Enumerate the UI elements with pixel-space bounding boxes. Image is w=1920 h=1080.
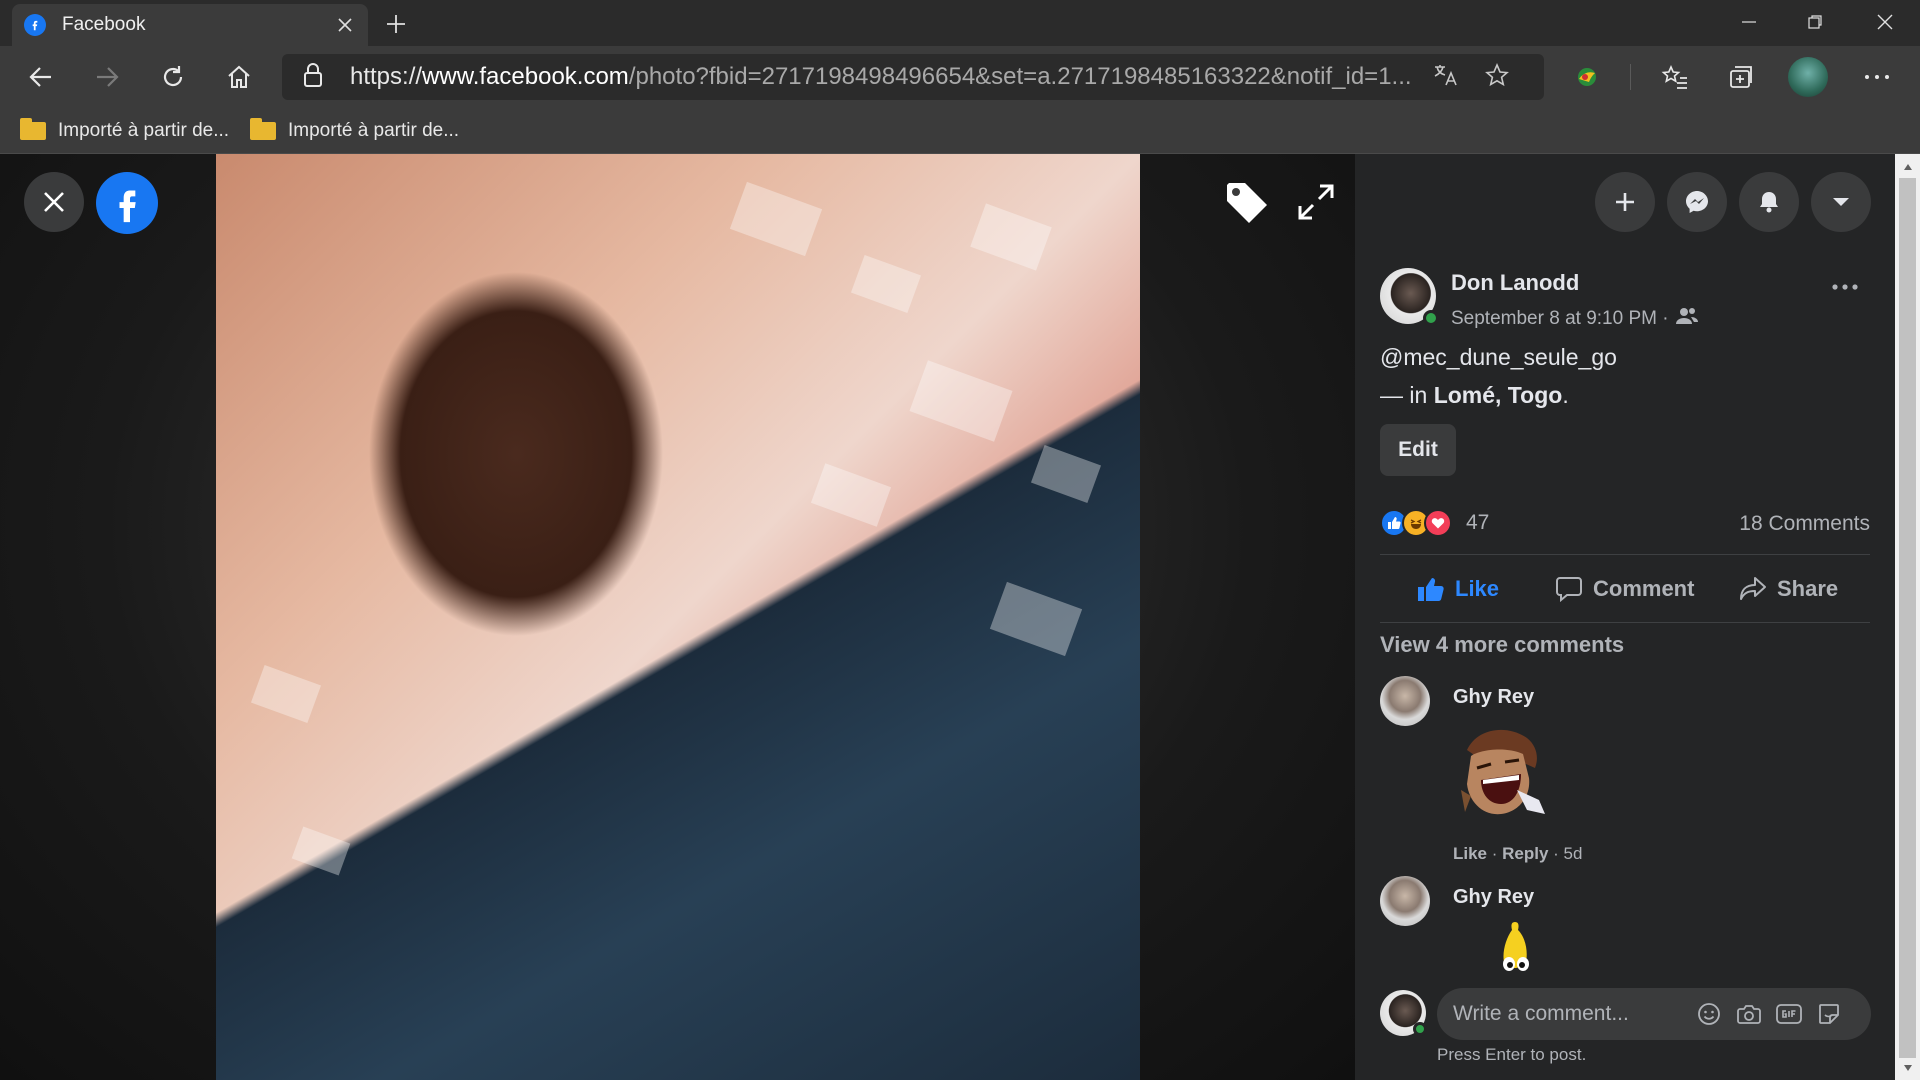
- facebook-logo-icon[interactable]: [96, 172, 158, 234]
- browser-tab[interactable]: Facebook: [12, 4, 368, 46]
- lock-icon[interactable]: [302, 62, 324, 93]
- create-button[interactable]: [1595, 172, 1655, 232]
- share-arrow-icon: [1740, 577, 1766, 600]
- banana-sticker[interactable]: [1485, 918, 1545, 978]
- separator: ·: [1548, 844, 1564, 863]
- more-menu-icon[interactable]: [1860, 60, 1894, 94]
- minimize-button[interactable]: [1716, 0, 1782, 44]
- new-tab-button[interactable]: [382, 10, 410, 38]
- messenger-button[interactable]: [1667, 172, 1727, 232]
- profile-avatar[interactable]: [1788, 57, 1828, 97]
- comment-button[interactable]: Comment: [1555, 564, 1694, 614]
- reactions-summary[interactable]: 47: [1380, 508, 1489, 538]
- post-meta: September 8 at 9:10 PM ·: [1451, 306, 1699, 332]
- location-link[interactable]: Lomé, Togo: [1434, 382, 1563, 408]
- audience-friends-icon[interactable]: [1675, 306, 1699, 332]
- post-photo[interactable]: [216, 154, 1140, 1080]
- tag-photo-icon[interactable]: [1220, 176, 1272, 228]
- separator: ·: [1487, 844, 1503, 863]
- scroll-thumb[interactable]: [1899, 178, 1916, 1058]
- post-timestamp[interactable]: September 8 at 9:10 PM ·: [1451, 308, 1669, 330]
- folder-icon: [20, 118, 46, 140]
- like-button[interactable]: Like: [1417, 564, 1499, 614]
- share-label: Share: [1777, 576, 1839, 601]
- divider: [1380, 622, 1870, 623]
- comment-count[interactable]: 18 Comments: [1739, 512, 1870, 536]
- comment-label: Comment: [1593, 576, 1695, 601]
- forward-button[interactable]: [90, 60, 124, 94]
- online-status-dot: [1413, 1022, 1427, 1036]
- post-side-panel: Don Lanodd September 8 at 9:10 PM · @mec…: [1355, 154, 1895, 1080]
- post-options-icon[interactable]: [1825, 272, 1865, 302]
- caption-location: — in Lomé, Togo.: [1380, 382, 1569, 409]
- location-prefix: — in: [1380, 382, 1434, 408]
- bookmark-folder[interactable]: Importé à partir de...: [250, 118, 459, 144]
- commenter-name[interactable]: Ghy Rey: [1453, 686, 1534, 709]
- favorites-icon[interactable]: [1658, 60, 1692, 94]
- author-name[interactable]: Don Lanodd: [1451, 270, 1579, 296]
- camera-icon[interactable]: [1735, 1000, 1763, 1028]
- bookmark-folder[interactable]: Importé à partir de...: [20, 118, 229, 144]
- comment-time[interactable]: 5d: [1564, 844, 1583, 863]
- facebook-favicon-icon: [24, 14, 46, 36]
- account-menu-button[interactable]: [1811, 172, 1871, 232]
- tab-title: Facebook: [62, 14, 146, 35]
- view-more-comments-link[interactable]: View 4 more comments: [1380, 632, 1624, 658]
- divider: [1380, 554, 1870, 555]
- url-scheme: https://: [350, 63, 423, 90]
- extension-icon[interactable]: [1570, 60, 1604, 94]
- refresh-button[interactable]: [156, 60, 190, 94]
- caption-mention[interactable]: @mec_dune_seule_go: [1380, 344, 1617, 371]
- bookmarks-bar: Importé à partir de... Importé à partir …: [0, 108, 1920, 154]
- restore-button[interactable]: [1782, 0, 1848, 44]
- bookmark-label: Importé à partir de...: [58, 120, 230, 141]
- close-window-button[interactable]: [1852, 0, 1918, 44]
- commenter-avatar[interactable]: [1380, 876, 1430, 926]
- translate-icon[interactable]: [1432, 62, 1458, 93]
- comment-sticker[interactable]: [1447, 720, 1557, 830]
- tab-close-icon[interactable]: [334, 14, 356, 36]
- sticker-icon[interactable]: [1815, 1000, 1843, 1028]
- favorite-star-icon[interactable]: [1484, 62, 1510, 93]
- tab-bar: Facebook: [0, 0, 1920, 46]
- back-button[interactable]: [24, 60, 58, 94]
- online-status-dot: [1423, 310, 1439, 326]
- scroll-up-arrow-icon[interactable]: [1899, 158, 1916, 175]
- reaction-count[interactable]: 47: [1466, 511, 1489, 535]
- fullscreen-expand-icon[interactable]: [1290, 176, 1342, 228]
- comment-like-link[interactable]: Like: [1453, 844, 1487, 863]
- edit-button[interactable]: Edit: [1380, 424, 1456, 476]
- url-path: /photo?fbid=2717198498496654&set=a.27171…: [628, 63, 1410, 90]
- like-label: Like: [1455, 576, 1500, 601]
- url-text[interactable]: https://www.facebook.com/photo?fbid=2717…: [350, 63, 1410, 91]
- collections-icon[interactable]: [1724, 60, 1758, 94]
- address-bar[interactable]: https://www.facebook.com/photo?fbid=2717…: [282, 54, 1544, 100]
- comment-input[interactable]: [1453, 1002, 1683, 1026]
- url-host: www.facebook.com: [422, 63, 629, 90]
- thumbs-up-icon: [1418, 578, 1444, 601]
- browser-toolbar: https://www.facebook.com/photo?fbid=2717…: [0, 46, 1920, 108]
- home-button[interactable]: [222, 60, 256, 94]
- comment-reply-link[interactable]: Reply: [1502, 844, 1548, 863]
- commenter-avatar[interactable]: [1380, 676, 1430, 726]
- emoji-icon[interactable]: [1695, 1000, 1723, 1028]
- comment-bubble-icon: [1556, 577, 1582, 602]
- bookmark-label: Importé à partir de...: [288, 120, 460, 141]
- commenter-name[interactable]: Ghy Rey: [1453, 886, 1534, 909]
- toolbar-divider: [1630, 64, 1631, 90]
- notifications-button[interactable]: [1739, 172, 1799, 232]
- comment-composer[interactable]: [1437, 988, 1871, 1040]
- scroll-down-arrow-icon[interactable]: [1899, 1059, 1916, 1076]
- scrollbar[interactable]: [1895, 154, 1920, 1080]
- love-reaction-icon: [1424, 509, 1452, 537]
- gif-icon[interactable]: [1775, 1000, 1803, 1028]
- location-suffix: .: [1562, 382, 1569, 408]
- comment-actions: Like · Reply · 5d: [1453, 844, 1582, 864]
- composer-hint: Press Enter to post.: [1437, 1045, 1587, 1064]
- share-button[interactable]: Share: [1739, 564, 1838, 614]
- photo-viewer: [0, 154, 1355, 1080]
- close-viewer-button[interactable]: [24, 172, 84, 232]
- folder-icon: [250, 118, 276, 140]
